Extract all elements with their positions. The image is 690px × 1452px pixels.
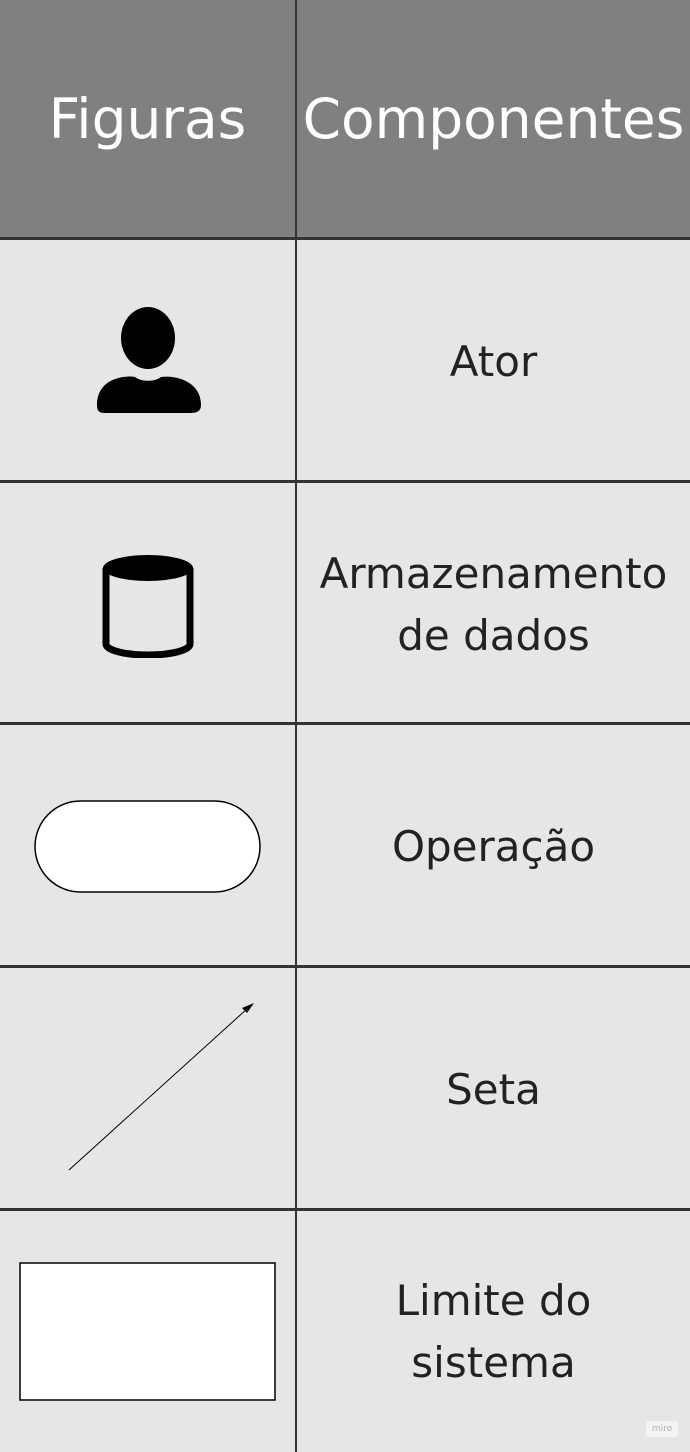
header-row: Figuras Componentes: [0, 0, 690, 238]
figure-cell: [0, 483, 295, 726]
database-icon: [102, 554, 193, 658]
rounded-rectangle-shape: [33, 799, 261, 893]
actor-icon: [96, 306, 201, 413]
label-ator: Ator: [449, 336, 538, 386]
rectangle-shape: [18, 1261, 276, 1401]
header-figuras: Figuras: [48, 87, 247, 151]
arrow-shape: [68, 1003, 254, 1171]
figure-cell: [0, 725, 295, 968]
miro-watermark: miro: [646, 1421, 678, 1437]
table-row: Ator: [0, 237, 690, 483]
figure-cell: [0, 240, 295, 483]
component-label: Operação: [295, 725, 690, 968]
figure-cell: [0, 968, 295, 1211]
table-row: Operação: [0, 722, 690, 968]
table-row: Seta: [0, 965, 690, 1211]
label-limite: Limite do sistema: [395, 1275, 592, 1387]
label-armazenamento: Armazenamento de dados: [319, 548, 668, 660]
label-seta: Seta: [446, 1064, 541, 1114]
component-label: Limite do sistema: [295, 1211, 690, 1452]
components-table: Figuras Componentes Ator Armazenamento d…: [0, 0, 690, 1452]
figure-cell: [0, 1211, 295, 1452]
table-row: Limite do sistema: [0, 1208, 690, 1452]
table-row: Armazenamento de dados: [0, 480, 690, 726]
label-operacao: Operação: [391, 821, 596, 871]
header-componentes: Componentes: [295, 0, 690, 238]
component-label: Seta: [295, 968, 690, 1211]
component-label: Ator: [295, 240, 690, 483]
component-label: Armazenamento de dados: [295, 483, 690, 726]
